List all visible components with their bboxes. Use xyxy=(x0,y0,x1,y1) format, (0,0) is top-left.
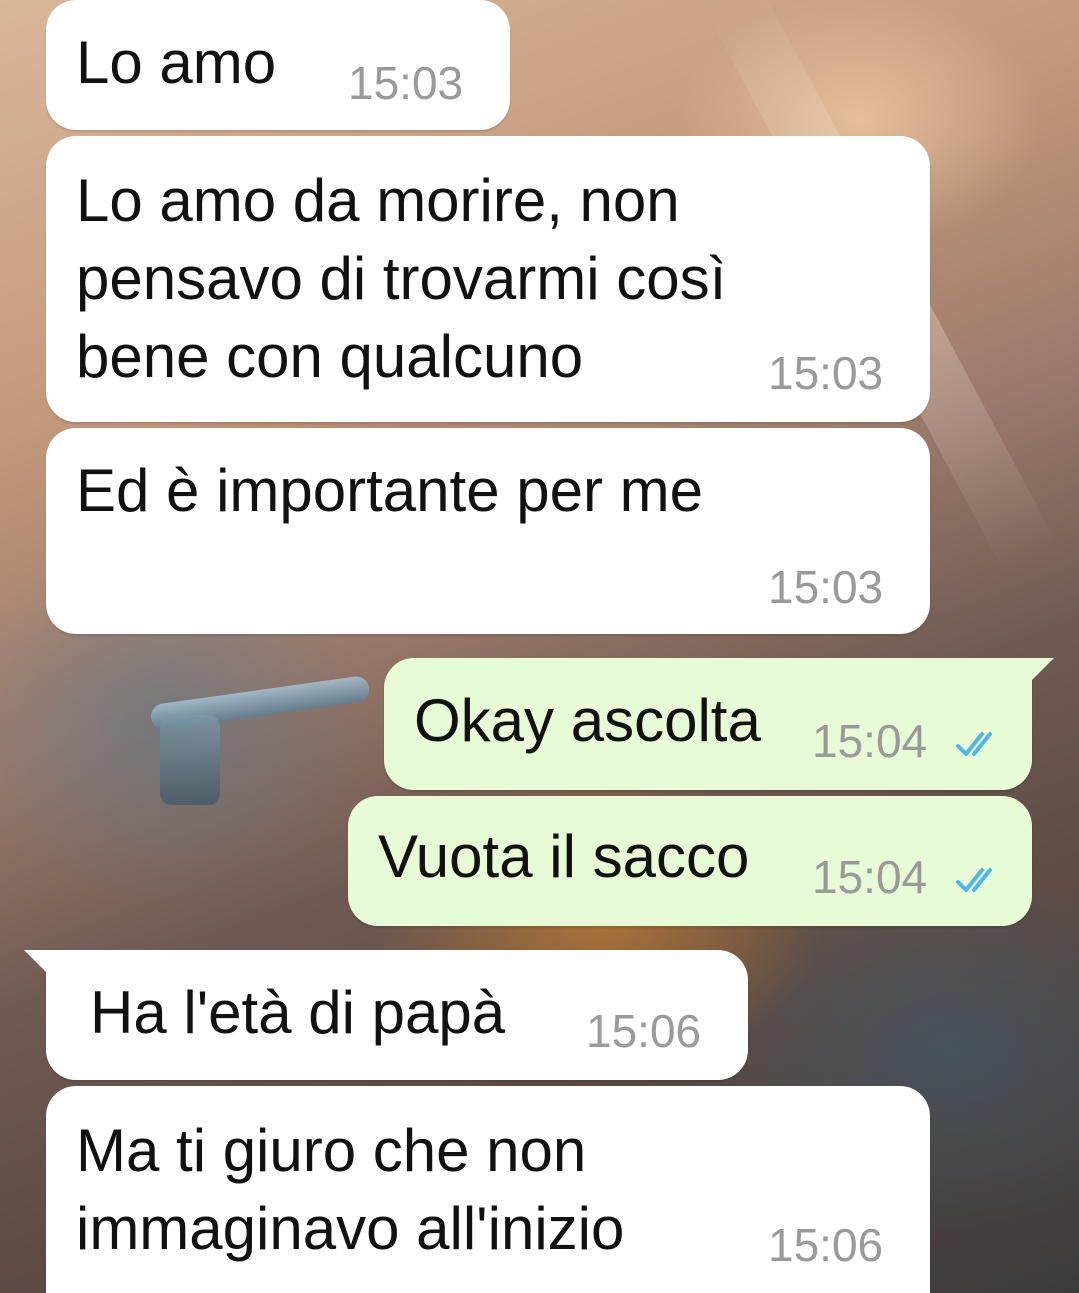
message-timestamp: 15:04 xyxy=(812,851,928,903)
message-bubble-outgoing[interactable]: Vuota il sacco 15:04 xyxy=(348,796,1032,926)
message-text: Vuota il sacco xyxy=(378,823,750,890)
message-bubble-incoming[interactable]: Lo amo da morire, non pensavo di trovarm… xyxy=(46,136,930,422)
message-bubble-outgoing[interactable]: Okay ascolta 15:04 xyxy=(384,658,1054,790)
bubble-tail xyxy=(1024,658,1054,688)
message-bubble-incoming[interactable]: Ma ti giuro che non immaginavo all'inizi… xyxy=(46,1086,930,1293)
message-text: Ha l'età di papà xyxy=(90,979,506,1046)
message-text: Ed è importante per me xyxy=(76,457,703,524)
message-bubble-incoming[interactable]: Ha l'età di papà 15:06 xyxy=(24,950,748,1080)
message-text: Ma ti giuro che non immaginavo all'inizi… xyxy=(76,1117,625,1262)
message-timestamp: 15:04 xyxy=(812,715,928,767)
message-timestamp: 15:03 xyxy=(768,347,884,399)
message-bubble-incoming[interactable]: Lo amo 15:03 xyxy=(46,0,510,130)
message-bubble-incoming[interactable]: Ed è importante per me 15:03 xyxy=(46,428,930,634)
message-timestamp: 15:06 xyxy=(586,1005,702,1057)
message-text: Okay ascolta xyxy=(414,687,761,754)
bubble-tail xyxy=(24,950,54,980)
double-check-icon xyxy=(956,732,992,756)
double-check-icon xyxy=(956,868,992,892)
message-timestamp: 15:06 xyxy=(768,1219,884,1271)
message-text: Lo amo da morire, non pensavo di trovarm… xyxy=(76,167,727,390)
message-timestamp: 15:03 xyxy=(348,57,464,109)
message-timestamp: 15:03 xyxy=(768,561,884,613)
message-list[interactable]: Lo amo 15:03 Lo amo da morire, non pensa… xyxy=(0,0,1079,1293)
message-text: Lo amo xyxy=(76,29,277,96)
